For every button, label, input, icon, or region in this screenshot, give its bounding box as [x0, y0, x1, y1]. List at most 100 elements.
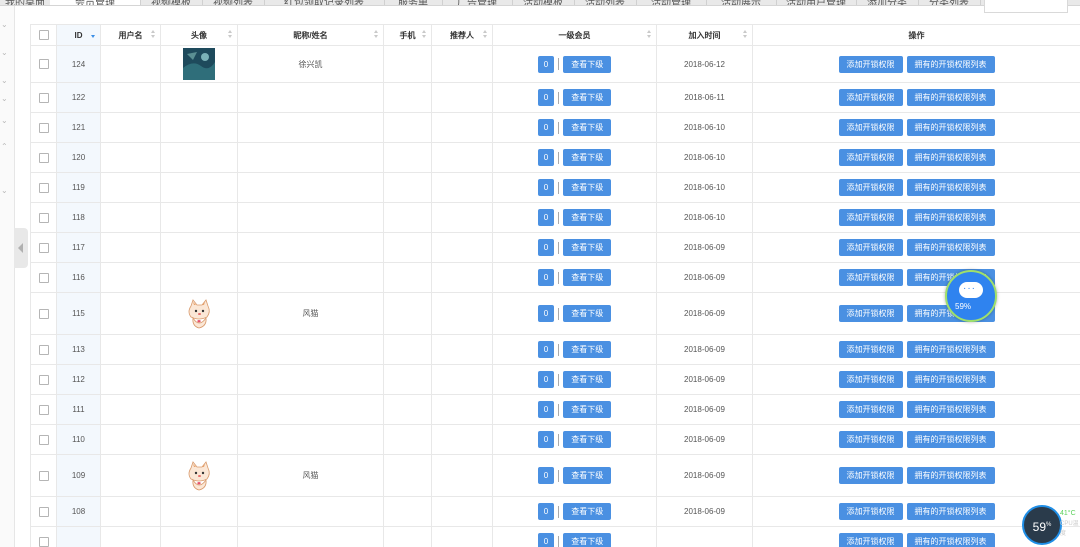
- row-checkbox[interactable]: [38, 152, 49, 163]
- unlock-permission-list-button[interactable]: 拥有的开锁权限列表: [906, 503, 995, 520]
- tab-item[interactable]: 添加分类: [856, 0, 919, 5]
- column-header-nickname[interactable]: 昵称/姓名: [237, 24, 384, 46]
- row-select-cell[interactable]: [30, 82, 57, 113]
- row-select-cell[interactable]: [30, 394, 57, 425]
- row-select-cell[interactable]: [30, 202, 57, 233]
- member-count-button[interactable]: 0: [537, 305, 555, 322]
- row-select-cell[interactable]: [30, 496, 57, 527]
- row-checkbox[interactable]: [38, 212, 49, 223]
- view-subordinates-button[interactable]: 查看下级: [563, 149, 612, 166]
- chevron-up-icon[interactable]: ⌃: [1, 142, 8, 151]
- member-count-button[interactable]: 0: [537, 431, 555, 448]
- chevron-down-icon[interactable]: ⌄: [1, 186, 8, 195]
- member-count-button[interactable]: 0: [537, 269, 555, 286]
- row-checkbox[interactable]: [38, 434, 49, 445]
- select-all-checkbox[interactable]: [38, 30, 49, 40]
- column-header-id[interactable]: ID: [56, 24, 101, 46]
- row-select-cell[interactable]: [30, 112, 57, 143]
- unlock-permission-list-button[interactable]: 拥有的开锁权限列表: [906, 55, 995, 73]
- row-checkbox[interactable]: [38, 404, 49, 415]
- unlock-permission-list-button[interactable]: 拥有的开锁权限列表: [906, 149, 995, 166]
- member-count-button[interactable]: 0: [537, 401, 555, 418]
- row-checkbox[interactable]: [38, 344, 49, 355]
- add-unlock-permission-button[interactable]: 添加开锁权限: [838, 503, 903, 520]
- add-unlock-permission-button[interactable]: 添加开锁权限: [838, 119, 903, 136]
- column-header-avatar[interactable]: 头像: [160, 24, 238, 46]
- tab-item[interactable]: 分类列表: [918, 0, 981, 5]
- tab-item[interactable]: 会员管理×: [50, 0, 141, 5]
- add-unlock-permission-button[interactable]: 添加开锁权限: [838, 401, 903, 418]
- cpu-gauge[interactable]: 59%: [1022, 505, 1062, 545]
- member-count-button[interactable]: 0: [537, 179, 555, 196]
- row-checkbox[interactable]: [38, 506, 49, 517]
- chevron-down-icon[interactable]: ⌄: [1, 48, 8, 57]
- add-unlock-permission-button[interactable]: 添加开锁权限: [838, 55, 903, 73]
- sort-icon[interactable]: [647, 30, 652, 40]
- unlock-permission-list-button[interactable]: 拥有的开锁权限列表: [906, 209, 995, 226]
- add-unlock-permission-button[interactable]: 添加开锁权限: [838, 431, 903, 448]
- view-subordinates-button[interactable]: 查看下级: [563, 119, 612, 136]
- add-unlock-permission-button[interactable]: 添加开锁权限: [838, 305, 903, 322]
- sort-icon[interactable]: [228, 30, 233, 40]
- member-count-button[interactable]: 0: [537, 503, 555, 520]
- member-count-button[interactable]: 0: [537, 467, 555, 484]
- row-select-cell[interactable]: [30, 262, 57, 293]
- member-count-button[interactable]: 0: [537, 371, 555, 388]
- row-select-cell[interactable]: [30, 232, 57, 263]
- row-checkbox[interactable]: [38, 59, 49, 69]
- unlock-permission-list-button[interactable]: 拥有的开锁权限列表: [906, 179, 995, 196]
- row-checkbox[interactable]: [38, 470, 49, 481]
- tab-item[interactable]: 活动用户管理: [776, 0, 857, 5]
- view-subordinates-button[interactable]: 查看下级: [563, 341, 612, 358]
- member-count-button[interactable]: 0: [537, 119, 555, 136]
- sort-icon[interactable]: [374, 30, 379, 40]
- view-subordinates-button[interactable]: 查看下级: [563, 467, 612, 484]
- view-subordinates-button[interactable]: 查看下级: [563, 431, 612, 448]
- add-unlock-permission-button[interactable]: 添加开锁权限: [838, 269, 903, 286]
- view-subordinates-button[interactable]: 查看下级: [563, 239, 612, 256]
- tab-item[interactable]: 活动列表: [574, 0, 637, 5]
- column-header-referrer[interactable]: 推荐人: [431, 24, 493, 46]
- chevron-down-icon[interactable]: ⌄: [1, 20, 8, 29]
- row-select-cell[interactable]: [30, 526, 57, 547]
- chevron-down-icon[interactable]: ⌄: [1, 94, 8, 103]
- add-unlock-permission-button[interactable]: 添加开锁权限: [838, 179, 903, 196]
- unlock-permission-list-button[interactable]: 拥有的开锁权限列表: [906, 431, 995, 448]
- sort-icon[interactable]: [483, 30, 488, 40]
- chevron-down-icon[interactable]: ⌄: [1, 76, 8, 85]
- search-input[interactable]: [984, 0, 1068, 13]
- tab-item[interactable]: 视频模板: [140, 0, 203, 5]
- row-select-cell[interactable]: [30, 172, 57, 203]
- unlock-permission-list-button[interactable]: 拥有的开锁权限列表: [906, 119, 995, 136]
- unlock-permission-list-button[interactable]: 拥有的开锁权限列表: [906, 533, 995, 547]
- sort-icon[interactable]: [422, 30, 427, 40]
- unlock-permission-list-button[interactable]: 拥有的开锁权限列表: [906, 89, 995, 106]
- member-count-button[interactable]: 0: [537, 239, 555, 256]
- column-header-member[interactable]: 一级会员: [492, 24, 657, 46]
- row-select-cell[interactable]: [30, 364, 57, 395]
- row-checkbox[interactable]: [38, 242, 49, 253]
- add-unlock-permission-button[interactable]: 添加开锁权限: [838, 341, 903, 358]
- unlock-permission-list-button[interactable]: 拥有的开锁权限列表: [906, 341, 995, 358]
- sort-icon[interactable]: [743, 30, 748, 40]
- member-count-button[interactable]: 0: [537, 149, 555, 166]
- add-unlock-permission-button[interactable]: 添加开锁权限: [838, 209, 903, 226]
- row-select-cell[interactable]: [30, 45, 57, 83]
- row-checkbox[interactable]: [38, 536, 49, 547]
- select-all-header[interactable]: [30, 24, 57, 46]
- row-checkbox[interactable]: [38, 122, 49, 133]
- add-unlock-permission-button[interactable]: 添加开锁权限: [838, 89, 903, 106]
- view-subordinates-button[interactable]: 查看下级: [563, 179, 612, 196]
- column-header-username[interactable]: 用户名: [100, 24, 161, 46]
- member-count-button[interactable]: 0: [537, 209, 555, 226]
- view-subordinates-button[interactable]: 查看下级: [563, 401, 612, 418]
- view-subordinates-button[interactable]: 查看下级: [563, 305, 612, 322]
- add-unlock-permission-button[interactable]: 添加开锁权限: [838, 533, 903, 547]
- row-checkbox[interactable]: [38, 92, 49, 103]
- close-icon[interactable]: ×: [76, 0, 115, 5]
- row-checkbox[interactable]: [38, 182, 49, 193]
- row-select-cell[interactable]: [30, 334, 57, 365]
- unlock-permission-list-button[interactable]: 拥有的开锁权限列表: [906, 371, 995, 388]
- view-subordinates-button[interactable]: 查看下级: [563, 89, 612, 106]
- add-unlock-permission-button[interactable]: 添加开锁权限: [838, 371, 903, 388]
